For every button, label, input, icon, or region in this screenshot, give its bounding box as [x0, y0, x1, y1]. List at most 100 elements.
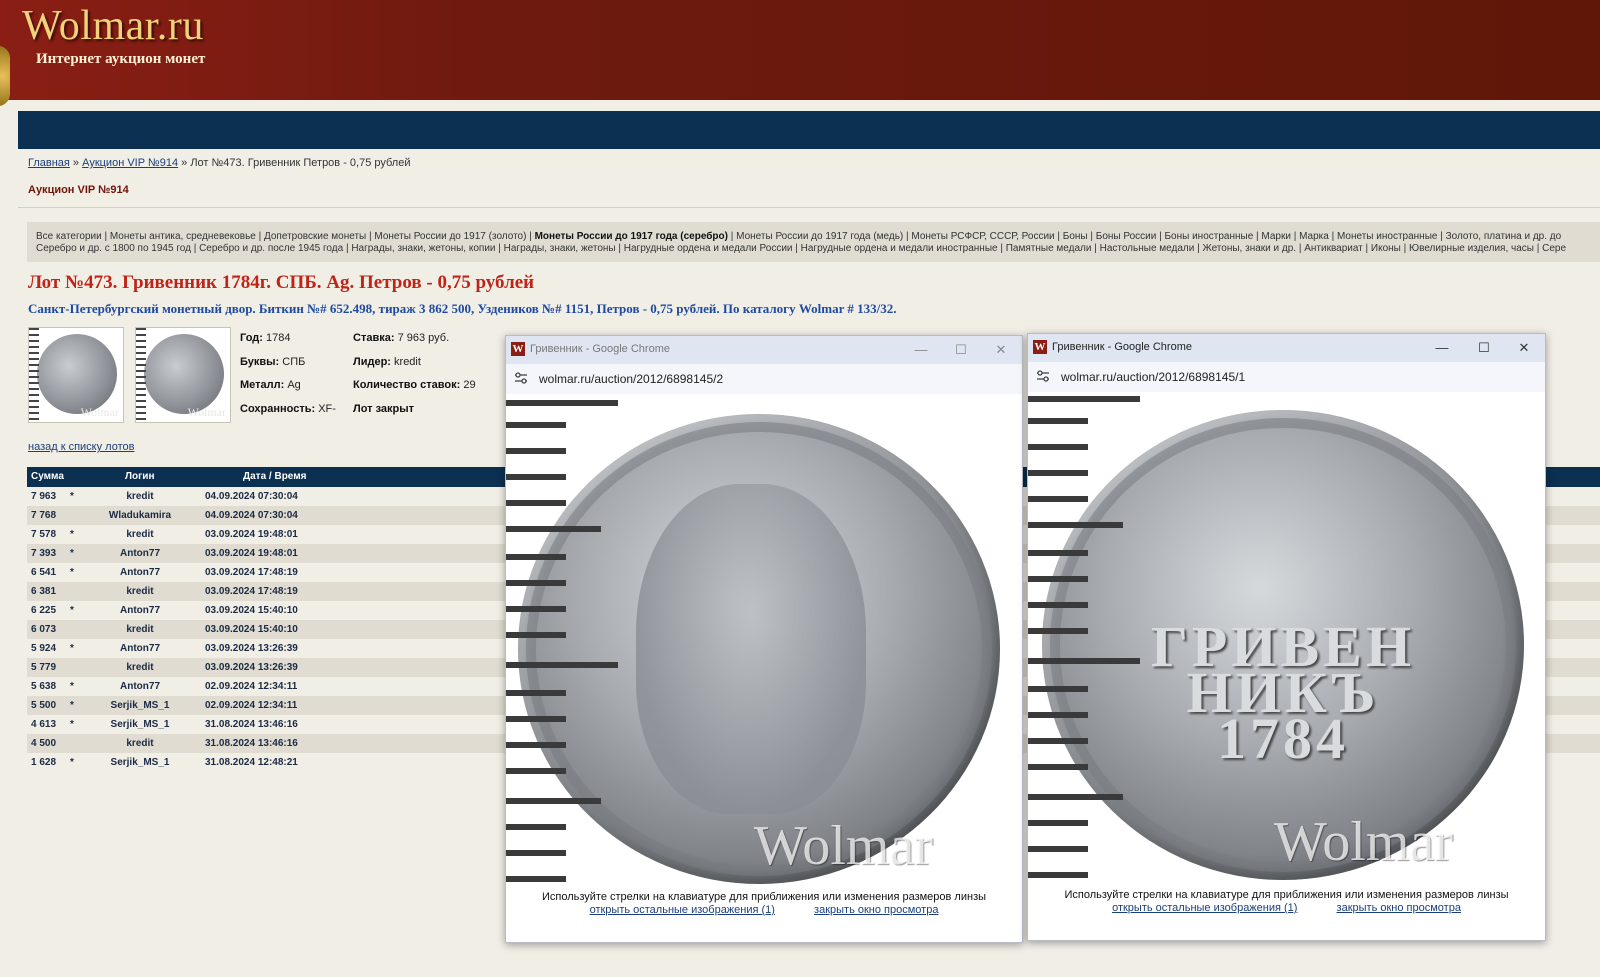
open-other-images-link[interactable]: открыть остальные изображения (1) [1112, 902, 1297, 914]
bid-sum: 5 500 [31, 700, 57, 711]
image-viewer[interactable]: ГРИВЕН НИКЪ 1784 Wolmar [1028, 392, 1545, 882]
info-label: Сохранность: [240, 403, 316, 415]
bid-login[interactable]: Serjik_MS_1 [91, 719, 189, 730]
bid-sum: 6 541 [31, 567, 57, 578]
bid-login[interactable]: kredit [91, 491, 189, 502]
bid-login[interactable]: Serjik_MS_1 [91, 700, 189, 711]
site-settings-icon[interactable] [1036, 369, 1050, 383]
coin-portrait [636, 484, 866, 814]
close-icon[interactable]: ✕ [1511, 337, 1537, 359]
breadcrumb: Главная » Аукцион VIP №914 » Лот №473. Г… [28, 157, 411, 169]
site-settings-icon[interactable] [514, 371, 528, 385]
info-leader: Лидер: kredit [353, 356, 421, 368]
info-grade: Сохранность: XF- [240, 403, 336, 415]
viewer-links: открыть остальные изображения (1) закрыт… [1028, 902, 1545, 914]
bid-sum: 7 768 [31, 510, 57, 521]
window-title: Гривенник - Google Chrome [1052, 341, 1192, 353]
coin-thumbnail-reverse[interactable]: Wolmar [135, 327, 231, 423]
coin-thumbnail-obverse[interactable]: Wolmar [28, 327, 124, 423]
window-titlebar[interactable]: W Гривенник - Google Chrome — ☐ ✕ [1028, 334, 1545, 362]
breadcrumb-current: Лот №473. Гривенник Петров - 0,75 рублей [190, 157, 411, 169]
bid-login[interactable]: kredit [91, 586, 189, 597]
bid-login[interactable]: Anton77 [91, 567, 189, 578]
bid-sum: 4 613 [31, 719, 57, 730]
bid-login[interactable]: Anton77 [91, 681, 189, 692]
viewer-hint: Используйте стрелки на клавиатуре для пр… [541, 891, 987, 903]
address-bar[interactable]: wolmar.ru/auction/2012/6898145/1 [1028, 362, 1545, 393]
coin-legend-text: ГРИВЕН НИКЪ 1784 [1151, 614, 1415, 771]
window-titlebar[interactable]: W Гривенник - Google Chrome — ☐ ✕ [506, 336, 1022, 364]
bid-login[interactable]: Anton77 [91, 605, 189, 616]
bid-sum: 5 779 [31, 662, 57, 673]
bid-login[interactable]: kredit [91, 738, 189, 749]
info-label: Год: [240, 332, 263, 344]
category-line[interactable]: Все категории | Монеты антика, средневек… [36, 231, 1561, 242]
bid-date: 03.09.2024 15:40:10 [205, 624, 298, 635]
coin-image [144, 334, 224, 414]
url-text[interactable]: wolmar.ru/auction/2012/6898145/2 [539, 372, 723, 386]
minimize-icon[interactable]: — [1429, 337, 1455, 359]
bid-sum: 6 381 [31, 586, 57, 597]
bid-sum: 7 578 [31, 529, 57, 540]
category-active[interactable]: Монеты России до 1917 года (серебро) [535, 231, 728, 242]
bid-login[interactable]: Anton77 [91, 548, 189, 559]
bid-login[interactable]: Serjik_MS_1 [91, 757, 189, 768]
close-icon[interactable]: ✕ [988, 339, 1014, 361]
category-links[interactable]: | Монеты России до 1917 года (медь) | Мо… [728, 231, 1561, 242]
info-label: Металл: [240, 379, 285, 391]
status-text: Лот закрыт [353, 403, 415, 415]
bid-date: 02.09.2024 12:34:11 [205, 700, 298, 711]
wolmar-favicon: W [511, 342, 525, 356]
url-text[interactable]: wolmar.ru/auction/2012/6898145/1 [1061, 370, 1245, 384]
info-label: Ставка: [353, 332, 395, 344]
breadcrumb-separator: » [69, 157, 83, 169]
bid-login[interactable]: kredit [91, 624, 189, 635]
bid-login[interactable]: Wladukamira [91, 510, 189, 521]
image-viewer[interactable]: Wolmar [506, 394, 1022, 884]
bid-date: 02.09.2024 12:34:11 [205, 681, 298, 692]
bid-date: 03.09.2024 13:26:39 [205, 662, 298, 673]
category-links[interactable]: Все категории | Монеты антика, средневек… [36, 231, 535, 242]
bid-login[interactable]: Anton77 [91, 643, 189, 654]
address-bar[interactable]: wolmar.ru/auction/2012/6898145/2 [506, 364, 1022, 395]
bid-sum: 4 500 [31, 738, 57, 749]
category-line[interactable]: Серебро и др. с 1800 по 1945 год | Сереб… [36, 243, 1566, 254]
site-subtitle: Интернет аукцион монет [36, 51, 206, 67]
wolmar-watermark: Wolmar [1274, 811, 1453, 873]
viewer-footer: Используйте стрелки на клавиатуре для пр… [1028, 882, 1545, 940]
open-other-images-link[interactable]: открыть остальные изображения (1) [590, 904, 775, 916]
minimize-icon[interactable]: — [908, 339, 934, 361]
info-label: Количество ставок: [353, 379, 461, 391]
close-viewer-link[interactable]: закрыть окно просмотра [814, 904, 938, 916]
breadcrumb-separator: » [178, 157, 191, 169]
breadcrumb-home[interactable]: Главная [28, 157, 70, 169]
maximize-icon[interactable]: ☐ [948, 339, 974, 361]
back-to-lots-link[interactable]: назад к списку лотов [28, 441, 134, 453]
info-value: XF- [318, 403, 336, 415]
close-viewer-link[interactable]: закрыть окно просмотра [1337, 902, 1461, 914]
bid-date: 03.09.2024 19:48:01 [205, 529, 298, 540]
bid-sum: 5 638 [31, 681, 57, 692]
site-logo[interactable]: Wolmar.ru [22, 2, 204, 50]
bid-date: 31.08.2024 13:46:16 [205, 719, 298, 730]
auction-title: Аукцион VIP №914 [28, 184, 129, 196]
bid-login[interactable]: kredit [91, 662, 189, 673]
coin-image [37, 334, 117, 414]
popup-window-obverse[interactable]: W Гривенник - Google Chrome — ☐ ✕ wolmar… [505, 335, 1023, 943]
bid-sum: 6 073 [31, 624, 57, 635]
scale-ruler [136, 328, 146, 422]
info-value: Ag [287, 379, 301, 391]
divider [18, 207, 1600, 208]
maximize-icon[interactable]: ☐ [1471, 337, 1497, 359]
thumb-watermark: Wolmar [187, 405, 226, 419]
scale-ruler [1028, 392, 1158, 882]
info-label: Буквы: [240, 356, 280, 368]
wolmar-favicon: W [1033, 340, 1047, 354]
bid-date: 31.08.2024 12:48:21 [205, 757, 298, 768]
breadcrumb-auction[interactable]: Аукцион VIP №914 [82, 157, 178, 169]
popup-window-reverse[interactable]: W Гривенник - Google Chrome — ☐ ✕ wolmar… [1027, 333, 1546, 941]
info-value: 1784 [265, 332, 291, 344]
bid-login[interactable]: kredit [91, 529, 189, 540]
site-header: Wolmar.ru Интернет аукцион монет [0, 0, 1600, 106]
viewer-footer: Используйте стрелки на клавиатуре для пр… [506, 884, 1022, 942]
